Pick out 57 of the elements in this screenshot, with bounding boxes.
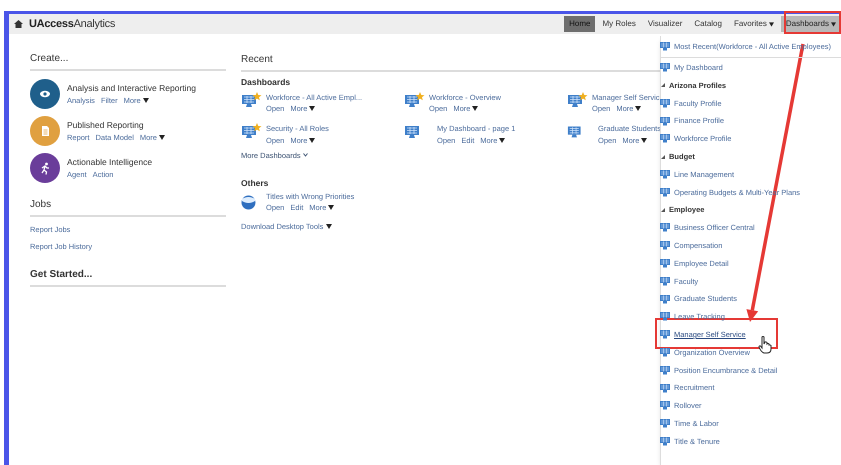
dashboard-icon <box>660 384 670 393</box>
caret-icon <box>641 138 648 143</box>
chevron-down-icon <box>302 153 308 158</box>
nav-tab[interactable]: Favorites <box>728 16 779 32</box>
dashboard-icon <box>660 116 670 126</box>
dashboard-icon <box>660 348 670 357</box>
create-link[interactable]: Actionable Intelligence <box>67 156 152 169</box>
section-heading: Recent <box>241 52 661 72</box>
hand-cursor-icon <box>758 336 772 354</box>
subsection-heading: Others <box>241 177 270 190</box>
home-icon[interactable] <box>14 20 23 28</box>
expanded-triangle-icon[interactable] <box>661 154 665 159</box>
annotation-box <box>784 11 841 34</box>
nav-tab[interactable]: Home <box>564 16 596 32</box>
create-link[interactable]: Analysis and Interactive Reporting <box>67 82 196 95</box>
expanded-triangle-icon[interactable] <box>661 83 665 88</box>
section-heading: Jobs <box>30 197 226 217</box>
nav-tab[interactable]: Catalog <box>689 16 727 32</box>
caret-icon <box>499 138 506 143</box>
dashboard-icon <box>660 241 670 250</box>
caret-icon <box>142 98 149 103</box>
dashboard-icon <box>660 63 670 72</box>
dashboard-icon <box>660 98 670 108</box>
nav-tab[interactable]: Visualizer <box>642 16 688 32</box>
dashboard-icon <box>660 42 670 52</box>
logo-text: UAccess <box>29 16 74 32</box>
dashboard-icon <box>660 330 670 340</box>
dashboard-icon <box>660 294 670 304</box>
caret-icon <box>158 134 165 140</box>
section-heading: Create... <box>30 51 226 71</box>
caret-icon <box>768 22 774 26</box>
dashboard-icon <box>660 170 670 179</box>
caret-icon <box>309 106 316 112</box>
dashboard-icon <box>660 223 670 232</box>
nav-tab[interactable]: Dashboards <box>780 16 841 32</box>
caret-icon <box>309 138 316 143</box>
dashboard-icon <box>660 276 670 286</box>
dashboard-icon <box>660 401 670 410</box>
section-heading: Get Started... <box>30 266 226 286</box>
dashboard-icon <box>660 134 670 144</box>
caret-icon <box>635 106 642 112</box>
expanded-triangle-icon[interactable] <box>661 208 665 212</box>
globe-icon <box>241 194 256 210</box>
dashboard-icon <box>660 312 670 322</box>
caret-icon <box>328 205 334 210</box>
logo-text: Analytics <box>74 16 116 32</box>
subsection-heading: Dashboards <box>241 76 292 89</box>
dashboard-icon <box>660 366 670 375</box>
dashboard-icon <box>660 419 670 428</box>
dashboard-icon <box>660 188 670 197</box>
create-link[interactable]: Published Reporting <box>67 119 165 132</box>
dashboard-icon <box>660 258 670 268</box>
caret-icon <box>831 22 836 26</box>
nav-tab[interactable]: My Roles <box>597 16 641 32</box>
dashboard-icon <box>660 436 670 446</box>
caret-icon <box>326 224 332 230</box>
caret-icon <box>472 106 478 112</box>
